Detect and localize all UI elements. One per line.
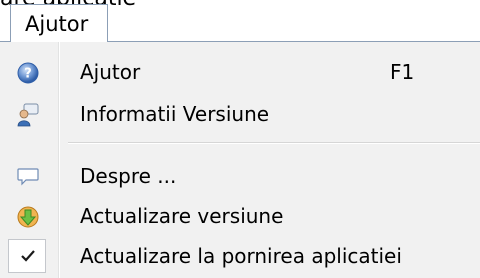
checkbox-checked[interactable] [8,239,46,273]
menu-item-ajutor[interactable]: ? Ajutor F1 [0,52,480,92]
speech-bubble-icon [16,165,40,189]
menu-item-actualizare-versiune[interactable]: Actualizare versiune [0,196,480,236]
menu-tab-label: Ajutor [25,12,89,36]
menu-separator-highlight [68,143,480,144]
user-info-icon [16,103,40,127]
menu-item-label: Despre ... [80,164,177,188]
menu-item-label: Ajutor [80,60,141,84]
menu-item-informatii-versiune[interactable]: Informatii Versiune [0,94,480,134]
menu-item-label: Actualizare la pornirea aplicatiei [80,244,402,268]
help-icon: ? [16,61,40,85]
menu-item-actualizare-pornire[interactable]: Actualizare la pornirea aplicatiei [0,236,480,276]
menu-item-despre[interactable]: Despre ... [0,156,480,196]
menu-item-label: Informatii Versiune [80,102,270,126]
menu-item-shortcut: F1 [390,60,415,84]
check-icon [21,250,35,262]
update-icon [16,205,40,229]
menu-tab-ajutor[interactable]: Ajutor [10,4,108,42]
dropdown-menu: ? Ajutor F1 Informatii Versiune Despre .… [0,41,480,278]
menu-item-label: Actualizare versiune [80,204,284,228]
svg-text:?: ? [24,67,32,82]
